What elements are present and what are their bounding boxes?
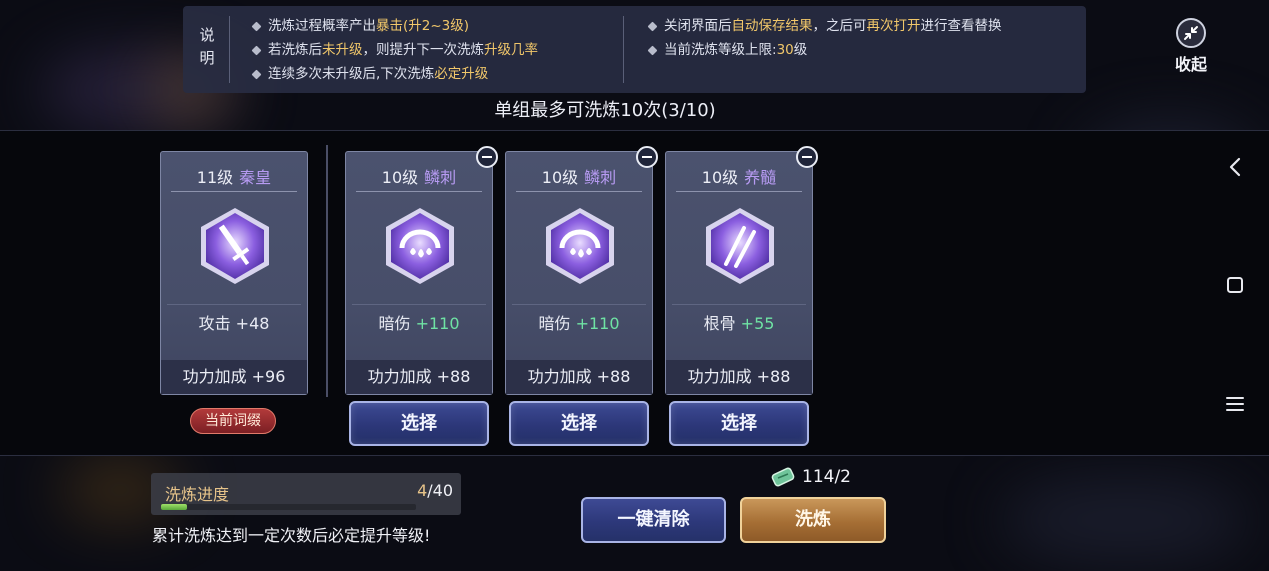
bullet-icon [251, 69, 262, 79]
stat-name: 暗伤 [378, 314, 411, 333]
current-affix-badge: 当前词缀 [190, 408, 276, 434]
option-card: 10级 鳞刺 暗伤 +110 功力加成 +88 [345, 146, 498, 395]
power-bonus: 功力加成 +88 [346, 360, 492, 394]
info-highlight: 自动保存结果 [731, 18, 813, 34]
stat-value: +55 [740, 314, 775, 333]
collapse-button[interactable]: 收起 [1170, 18, 1212, 76]
divider [326, 145, 328, 397]
home-square-icon[interactable] [1222, 272, 1248, 298]
info-highlight: 30 [776, 42, 794, 58]
info-text: 若洗炼后 [268, 42, 322, 58]
info-text: 当前洗炼等级上限: [664, 42, 777, 58]
progress-total: /40 [427, 481, 453, 500]
progress-label: 洗炼进度 [165, 485, 230, 504]
bullet-icon [251, 45, 262, 55]
affix-stat: 攻击 +48 [161, 310, 307, 334]
stat-name: 根骨 [703, 314, 736, 333]
affix-name: 鳞刺 [424, 168, 457, 187]
drops-icon [546, 208, 614, 284]
affix-level: 10级 [541, 168, 579, 187]
slashes-icon [706, 208, 774, 284]
affix-name: 养髓 [744, 168, 777, 187]
refine-cost: 114/2 [770, 463, 851, 491]
info-text: 进行查看替换 [920, 18, 1002, 34]
affix-stat: 暗伤 +110 [346, 310, 492, 334]
stat-value: +48 [235, 314, 270, 333]
progress-bar [161, 504, 416, 510]
info-highlight: 必定升级 [434, 66, 489, 82]
info-panel: 说明 洗炼过程概率产出 暴击(升2~3级) 若洗炼后 未升级 ，则提升下一次洗炼 升级几… [183, 6, 1086, 93]
progress-note: 累计洗炼达到一定次数后必定提升等级! [152, 526, 431, 545]
info-text: 级 [793, 42, 808, 58]
stat-value: +110 [575, 314, 620, 333]
current-affix-card: 11级 秦皇 攻击 +48 功力加成 +96 [160, 151, 308, 395]
power-bonus: 功力加成 +88 [666, 360, 812, 394]
affix-level: 10级 [701, 168, 739, 187]
select-button[interactable]: 选择 [509, 401, 649, 446]
affix-name: 鳞刺 [584, 168, 617, 187]
affix-stat: 暗伤 +110 [506, 310, 652, 334]
progress-fill [161, 504, 187, 510]
divider [229, 16, 230, 83]
refine-progress: 洗炼进度 4/40 [151, 473, 461, 515]
info-highlight: 未升级 [322, 42, 363, 58]
info-highlight: 再次打开 [866, 18, 921, 34]
info-line: 若洗炼后 未升级 ，则提升下一次洗炼 升级几率 [251, 38, 538, 62]
info-text: 洗炼过程概率产出 [268, 18, 376, 34]
card-header: 10级 养髓 [676, 164, 802, 192]
card-header: 10级 鳞刺 [356, 164, 482, 192]
option-card: 10级 鳞刺 暗伤 +110 功力加成 +88 [505, 146, 658, 395]
divider [672, 304, 806, 305]
info-text: 关闭界面后 [664, 18, 732, 34]
sword-icon [201, 208, 269, 284]
menu-icon[interactable] [1222, 391, 1248, 417]
collapse-arrows-icon [1176, 18, 1206, 48]
info-text: ，则提升下一次洗炼 [362, 42, 485, 58]
info-title: 说明 [199, 26, 215, 67]
affix-stat: 根骨 +55 [666, 310, 812, 334]
stat-value: +110 [415, 314, 460, 333]
info-line: 当前洗炼等级上限: 30 级 [647, 38, 1002, 62]
select-button[interactable]: 选择 [669, 401, 809, 446]
refine-count-title: 单组最多可洗炼10次(3/10) [494, 100, 716, 121]
select-button[interactable]: 选择 [349, 401, 489, 446]
info-text: ，之后可 [812, 18, 867, 34]
clear-all-button[interactable]: 一键清除 [581, 497, 726, 543]
refine-button[interactable]: 洗炼 [740, 497, 886, 543]
divider [623, 16, 624, 83]
back-arrow-icon[interactable] [1222, 154, 1248, 180]
affix-name: 秦皇 [239, 168, 272, 187]
info-text: 连续多次未升级后,下次洗炼 [268, 66, 435, 82]
affix-level: 10级 [381, 168, 419, 187]
affix-level: 11级 [196, 168, 234, 187]
progress-current: 4 [417, 481, 428, 500]
info-column-left: 洗炼过程概率产出 暴击(升2~3级) 若洗炼后 未升级 ，则提升下一次洗炼 升级几率 连… [251, 14, 538, 86]
cost-value: 114/2 [802, 467, 851, 487]
info-line: 连续多次未升级后,下次洗炼 必定升级 [251, 62, 538, 86]
stat-name: 攻击 [198, 314, 231, 333]
info-line: 洗炼过程概率产出 暴击(升2~3级) [251, 14, 538, 38]
bullet-icon [647, 45, 658, 55]
power-bonus: 功力加成 +96 [161, 360, 307, 394]
card-header: 11级 秦皇 [171, 164, 297, 192]
divider [512, 304, 646, 305]
jade-token-icon [771, 467, 795, 487]
info-highlight: 升级几率 [484, 42, 538, 58]
divider [352, 304, 486, 305]
power-bonus: 功力加成 +88 [506, 360, 652, 394]
progress-value: 4/40 [417, 481, 453, 500]
card-header: 10级 鳞刺 [516, 164, 642, 192]
drops-icon [386, 208, 454, 284]
bullet-icon [251, 21, 262, 31]
divider [167, 304, 301, 305]
info-highlight: 暴击(升2~3级) [376, 18, 470, 34]
bullet-icon [647, 21, 658, 31]
info-line: 关闭界面后 自动保存结果 ，之后可 再次打开 进行查看替换 [647, 14, 1002, 38]
collapse-label: 收起 [1174, 55, 1207, 74]
info-column-right: 关闭界面后 自动保存结果 ，之后可 再次打开 进行查看替换 当前洗炼等级上限: 30 级 [647, 14, 1002, 62]
option-card: 10级 养髓 根骨 +55 功力加成 +88 [665, 146, 818, 395]
stat-name: 暗伤 [538, 314, 571, 333]
